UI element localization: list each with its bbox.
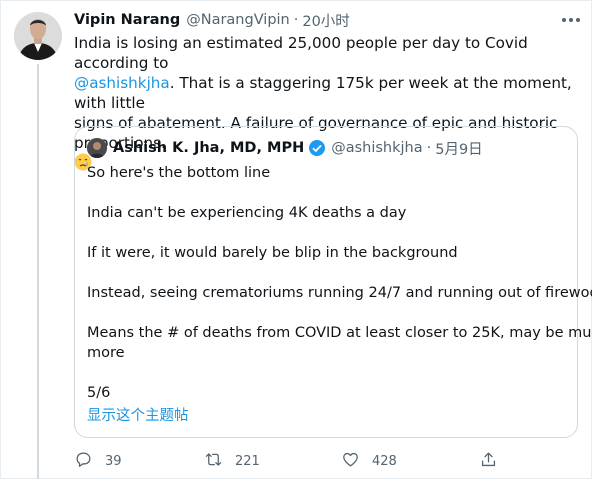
quoted-author-name: Ashish K. Jha, MD, MPH xyxy=(113,140,305,156)
heart-icon xyxy=(341,450,360,473)
mention-link[interactable]: @ashishkjha xyxy=(74,74,170,92)
quoted-timestamp: 5月9日 xyxy=(435,141,483,158)
quoted-text-line: more xyxy=(87,345,125,361)
show-thread-link[interactable]: 显示这个主题帖 xyxy=(87,406,189,426)
quoted-text-line: 5/6 xyxy=(87,385,111,401)
share-icon xyxy=(479,450,498,473)
tweet-header: Vipin Narang @NarangVipin · 20小时 xyxy=(74,9,350,31)
quoted-tweet[interactable]: Ashish K. Jha, MD, MPH @ashishkjha · 5月9… xyxy=(74,126,592,438)
like-button[interactable]: 428 xyxy=(341,450,397,473)
quoted-text-line: India can't be experiencing 4K deaths a … xyxy=(87,205,407,221)
quoted-author-handle: @ashishkjha xyxy=(331,140,423,156)
share-button[interactable] xyxy=(479,450,498,473)
reply-count: 39 xyxy=(105,454,122,469)
quoted-avatar xyxy=(87,138,107,158)
quoted-tweet-header: Ashish K. Jha, MD, MPH @ashishkjha · 5月9… xyxy=(87,137,483,159)
retweet-button[interactable]: 221 xyxy=(204,450,260,473)
author-handle[interactable]: @NarangVipin xyxy=(186,12,290,28)
tweet-text-line: @ashishkjha. That is a staggering 175k p… xyxy=(74,74,572,112)
author-name[interactable]: Vipin Narang xyxy=(74,12,180,28)
quoted-text-line: So here's the bottom line xyxy=(87,165,271,181)
reply-button[interactable]: 39 xyxy=(74,450,122,473)
avatar-image xyxy=(14,12,62,60)
tweet-timestamp[interactable]: 20小时 xyxy=(302,10,349,31)
quoted-text-line: Instead, seeing crematoriums running 24/… xyxy=(87,285,592,301)
like-count: 428 xyxy=(372,454,397,469)
more-options-icon[interactable] xyxy=(560,9,582,31)
quoted-text-line: If it were, it would barely be blip in t… xyxy=(87,245,458,261)
retweet-count: 221 xyxy=(235,454,260,469)
avatar[interactable] xyxy=(14,12,62,60)
quoted-text-line: Means the # of deaths from COVID at leas… xyxy=(87,325,592,341)
tweet-text-line: India is losing an estimated 25,000 peop… xyxy=(74,34,528,72)
reply-icon xyxy=(74,450,93,473)
thread-line xyxy=(37,64,39,479)
verified-badge-icon xyxy=(308,139,326,157)
retweet-icon xyxy=(204,450,223,473)
header-separator: · xyxy=(293,12,299,28)
quoted-header-separator: · xyxy=(426,140,432,156)
